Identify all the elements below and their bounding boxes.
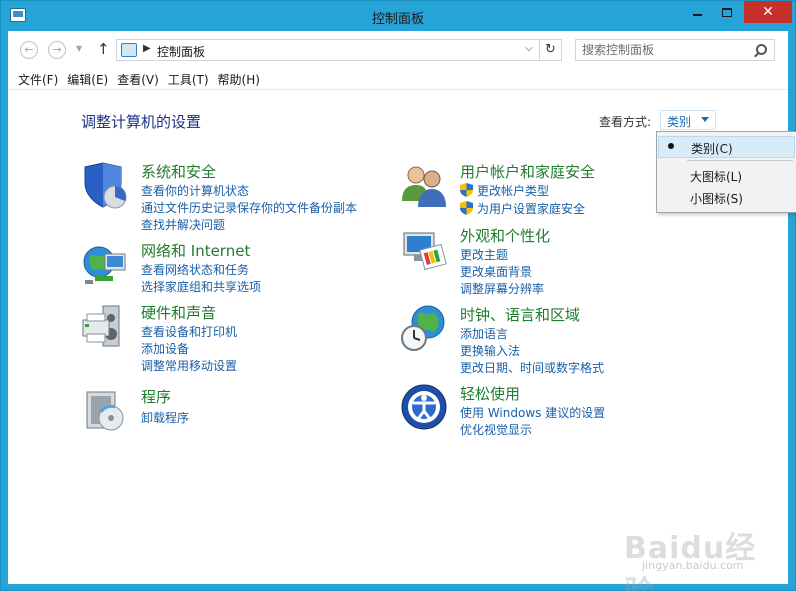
recent-locations-button[interactable]: ▼ — [76, 44, 82, 53]
link-mobility-settings[interactable]: 调整常用移动设置 — [141, 357, 237, 374]
search-input[interactable] — [582, 42, 747, 58]
category-title-network-internet[interactable]: 网络和 Internet — [141, 240, 250, 261]
dropdown-caret-icon — [701, 117, 709, 122]
link-family-safety[interactable]: 为用户设置家庭安全 — [460, 200, 585, 217]
address-dropdown-button[interactable]: ⌵ — [525, 43, 533, 54]
category-title-user-accounts[interactable]: 用户帐户和家庭安全 — [460, 161, 595, 182]
link-optimize-visual-display[interactable]: 优化视觉显示 — [460, 421, 532, 438]
baidu-watermark: Baidu经验 jingyan.baidu.com — [612, 521, 782, 591]
link-uninstall-program[interactable]: 卸载程序 — [141, 409, 189, 426]
link-windows-recommended-settings[interactable]: 使用 Windows 建议的设置 — [460, 404, 605, 421]
back-arrow-icon: ← — [24, 43, 34, 56]
category-title-clock-language-region[interactable]: 时钟、语言和区域 — [460, 304, 580, 325]
shield-pie-icon[interactable] — [81, 161, 129, 209]
back-button[interactable]: ← — [20, 41, 38, 59]
category-title-system-security[interactable]: 系统和安全 — [141, 161, 216, 182]
chevron-down-icon: ⌵ — [525, 43, 533, 54]
link-change-desktop-background[interactable]: 更改桌面背景 — [460, 263, 532, 280]
category-title-ease-of-access[interactable]: 轻松使用 — [460, 383, 520, 404]
navigation-bar: ← → ▼ ↑ ▶ 控制面板 ⌵ ↻ — [8, 31, 788, 68]
view-option-category-label: 类别(C) — [691, 142, 733, 156]
category-title-programs[interactable]: 程序 — [141, 386, 171, 407]
refresh-icon: ↻ — [545, 42, 556, 57]
view-by-dropdown[interactable]: 类别 — [660, 110, 716, 130]
category-title-hardware-sound[interactable]: 硬件和声音 — [141, 302, 216, 323]
link-file-history-backup[interactable]: 通过文件历史记录保存你的文件备份副本 — [141, 199, 357, 216]
page-heading: 调整计算机的设置 — [81, 113, 202, 131]
watermark-url: jingyan.baidu.com — [642, 559, 744, 572]
maximize-icon — [722, 7, 732, 17]
menu-bar: 文件(F) 编辑(E) 查看(V) 工具(T) 帮助(H) — [8, 69, 788, 89]
breadcrumb-chevron-icon[interactable]: ▶ — [143, 43, 151, 54]
ease-of-access-icon[interactable] — [400, 383, 448, 431]
link-find-fix-problems[interactable]: 查找并解决问题 — [141, 216, 225, 233]
search-icon[interactable] — [756, 44, 767, 55]
maximize-button[interactable] — [713, 1, 741, 23]
view-by-menu: 类别(C) 大图标(L) 小图标(S) — [656, 131, 796, 213]
control-panel-window: 控制面板 ✕ ← → ▼ ↑ ▶ 控制面板 ⌵ ↻ 文件(F) — [0, 0, 796, 591]
minimize-icon — [692, 14, 702, 16]
monitor-palette-icon[interactable] — [400, 225, 448, 273]
address-bar[interactable]: ▶ 控制面板 ⌵ ↻ — [116, 39, 562, 61]
menu-tools[interactable]: 工具(T) — [168, 69, 216, 89]
breadcrumb-control-panel[interactable]: 控制面板 — [157, 43, 205, 60]
watermark-text: Baidu经验 — [624, 531, 757, 591]
link-add-device[interactable]: 添加设备 — [141, 340, 189, 357]
title-bar[interactable]: 控制面板 ✕ — [1, 1, 795, 31]
menu-help[interactable]: 帮助(H) — [218, 69, 267, 89]
chevron-down-icon: ▼ — [76, 44, 83, 53]
view-option-large-icons[interactable]: 大图标(L) — [658, 165, 795, 187]
link-view-network-status[interactable]: 查看网络状态和任务 — [141, 261, 249, 278]
link-add-language[interactable]: 添加语言 — [460, 325, 508, 342]
link-change-theme[interactable]: 更改主题 — [460, 246, 508, 263]
menu-divider — [8, 89, 788, 90]
menu-separator — [687, 160, 793, 161]
search-box[interactable] — [575, 39, 775, 61]
view-option-category[interactable]: 类别(C) — [658, 136, 795, 158]
link-adjust-resolution[interactable]: 调整屏幕分辨率 — [460, 280, 544, 297]
minimize-button[interactable] — [683, 1, 711, 23]
globe-network-icon[interactable] — [81, 240, 129, 288]
window-title: 控制面板 — [371, 12, 424, 27]
globe-clock-icon[interactable] — [400, 304, 448, 352]
view-option-small-icons[interactable]: 小图标(S) — [658, 187, 795, 209]
users-icon[interactable] — [400, 161, 448, 209]
programs-icon[interactable] — [81, 386, 129, 434]
link-change-account-type[interactable]: 更改帐户类型 — [460, 182, 549, 199]
uac-shield-icon — [460, 183, 473, 197]
menu-edit[interactable]: 编辑(E) — [67, 69, 115, 89]
view-by-label: 查看方式: — [599, 115, 652, 129]
control-panel-location-icon — [121, 43, 137, 57]
forward-button[interactable]: → — [48, 41, 66, 59]
up-arrow-icon: ↑ — [97, 40, 110, 58]
client-area: ← → ▼ ↑ ▶ 控制面板 ⌵ ↻ 文件(F) 编辑(E) 查看(V) 工具(… — [8, 31, 796, 591]
link-family-safety-label: 为用户设置家庭安全 — [477, 202, 586, 216]
link-homegroup-sharing[interactable]: 选择家庭组和共享选项 — [141, 278, 261, 295]
link-change-input-method[interactable]: 更换输入法 — [460, 342, 520, 359]
link-change-date-time-format[interactable]: 更改日期、时间或数字格式 — [460, 359, 604, 376]
link-devices-printers[interactable]: 查看设备和打印机 — [141, 323, 237, 340]
close-button[interactable]: ✕ — [744, 1, 792, 23]
view-by-selected: 类别 — [667, 115, 692, 129]
category-title-appearance[interactable]: 外观和个性化 — [460, 225, 550, 246]
forward-arrow-icon: → — [52, 43, 62, 56]
close-icon: ✕ — [762, 4, 774, 20]
refresh-button[interactable]: ↻ — [539, 39, 561, 61]
up-button[interactable]: ↑ — [97, 40, 110, 58]
link-view-computer-status[interactable]: 查看你的计算机状态 — [141, 182, 249, 199]
uac-shield-icon — [460, 201, 473, 215]
menu-view[interactable]: 查看(V) — [117, 69, 166, 89]
selected-bullet-icon — [668, 143, 674, 149]
link-change-account-type-label: 更改帐户类型 — [477, 184, 550, 198]
menu-file[interactable]: 文件(F) — [18, 69, 65, 89]
printer-speaker-icon[interactable] — [81, 302, 129, 350]
